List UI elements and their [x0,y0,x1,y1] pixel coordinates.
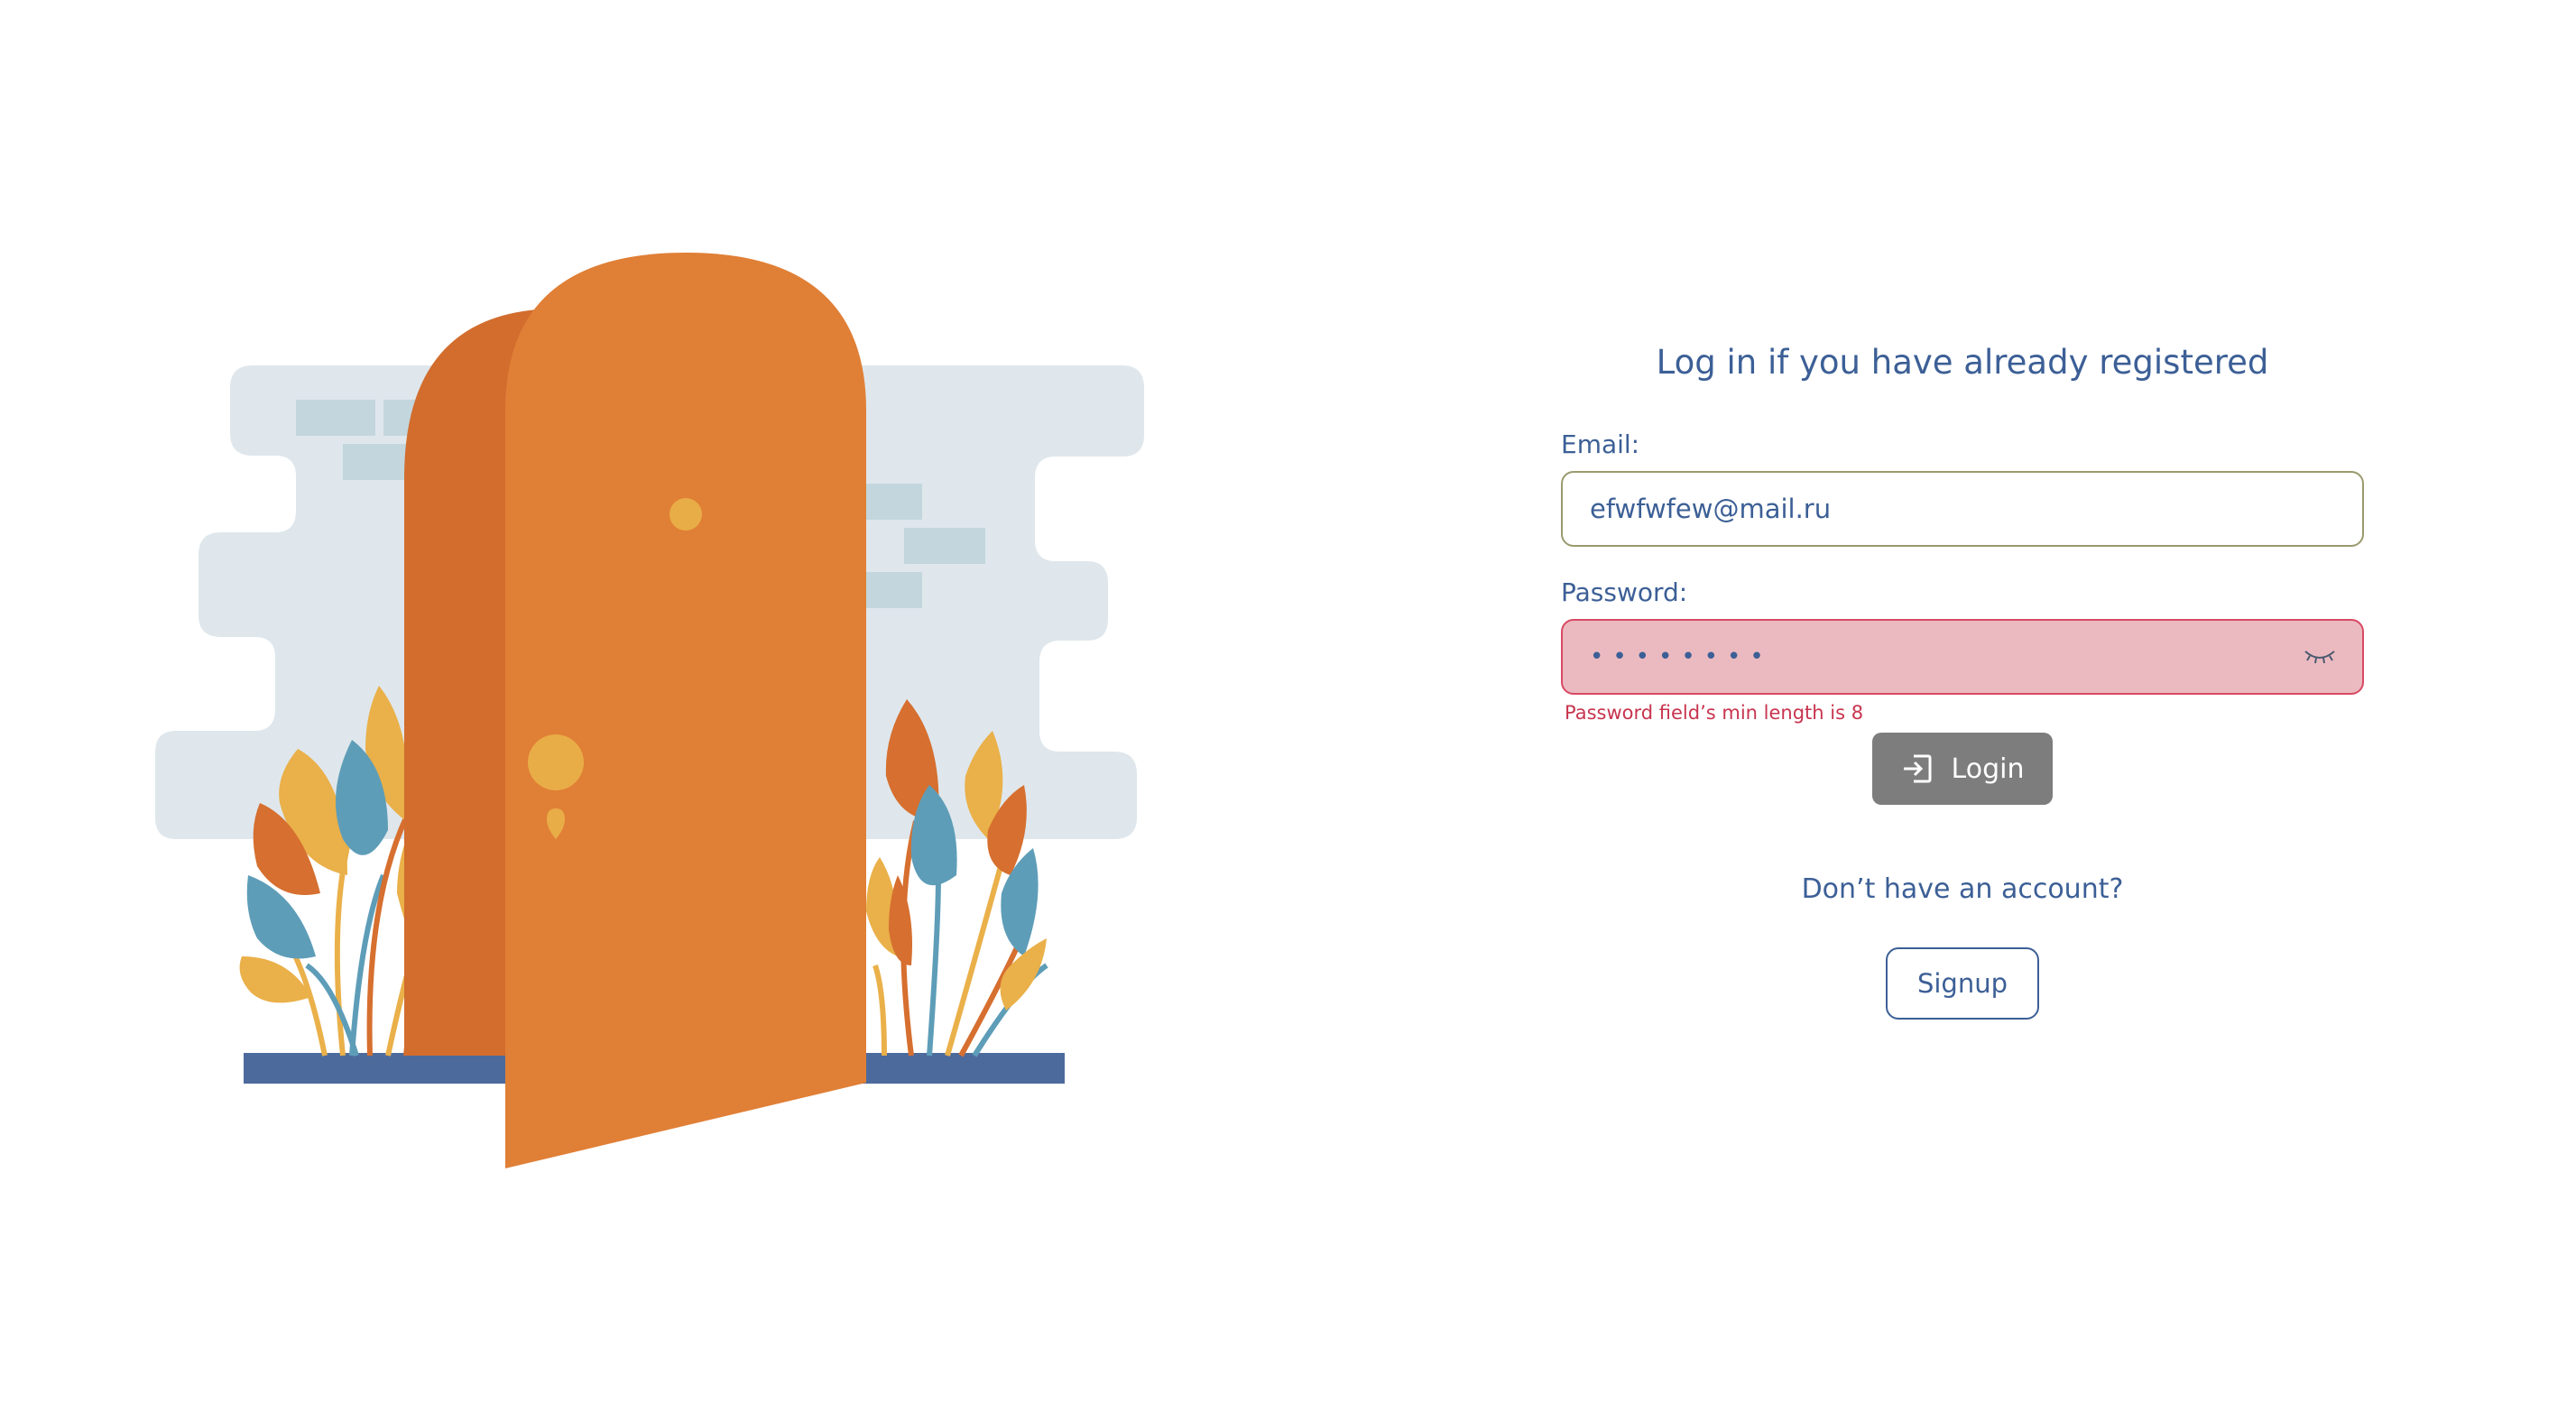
eye-closed-icon[interactable] [2303,646,2337,668]
login-button-label: Login [1951,752,2025,785]
password-input[interactable] [1590,643,2335,670]
login-arrow-icon [1903,754,1932,783]
no-account-text: Don’t have an account? [1801,873,2124,905]
door-knob-top [669,498,702,531]
password-error-message: Password field’s min length is 8 [1565,702,1864,724]
brick [296,400,375,436]
email-label: Email: [1561,429,1640,459]
door [505,253,866,1168]
email-input-container [1561,471,2364,547]
password-input-container [1561,619,2364,695]
password-label: Password: [1561,577,1688,607]
login-button[interactable]: Login [1872,733,2053,805]
open-door-illustration [155,253,1144,1168]
signup-row: Signup [1561,947,2364,1020]
brick [904,528,985,564]
login-row: Login [1561,733,2364,805]
login-page: Log in if you have already registered Em… [0,0,2576,1403]
form-title: Log in if you have already registered [1656,343,2269,382]
door-knob [528,734,584,790]
login-form: Log in if you have already registered Em… [1561,334,2364,1020]
email-input[interactable] [1590,494,2335,524]
signup-button[interactable]: Signup [1886,947,2039,1020]
